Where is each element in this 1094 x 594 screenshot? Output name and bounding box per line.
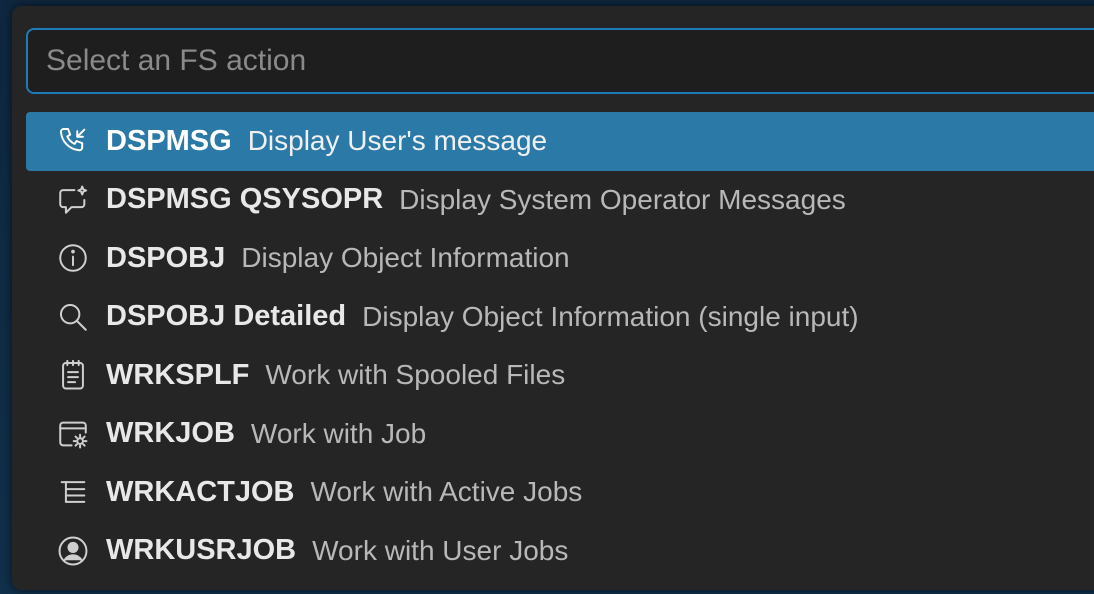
list-item-wrkusrjob[interactable]: WRKUSRJOB Work with User Jobs — [26, 522, 1094, 581]
action-command: DSPOBJ Detailed — [106, 300, 347, 333]
list-tree-icon — [54, 473, 92, 511]
action-command: WRKJOB — [106, 417, 235, 450]
action-description: Display User's message — [247, 125, 548, 157]
action-description: Work with Spooled Files — [265, 359, 566, 391]
list-item-dspobj[interactable]: DSPOBJ Display Object Information — [26, 229, 1094, 288]
call-incoming-icon — [54, 122, 92, 160]
list-item-wrkactjob[interactable]: WRKACTJOB Work with Active Jobs — [26, 463, 1094, 522]
action-command: DSPOBJ — [106, 241, 226, 274]
action-description: Display Object Information — [241, 242, 570, 274]
action-description: Display Object Information (single input… — [362, 300, 859, 332]
search-icon — [54, 298, 92, 336]
search-input-container — [26, 28, 1094, 94]
search-input[interactable] — [28, 30, 1094, 92]
desktop-background: DSPMSG Display User's message DSPMSG QSY… — [0, 0, 1094, 594]
notebook-icon — [54, 356, 92, 394]
info-icon — [54, 239, 92, 277]
window-gear-icon — [54, 415, 92, 453]
list-item-wrksplf[interactable]: WRKSPLF Work with Spooled Files — [26, 346, 1094, 405]
action-command: WRKACTJOB — [106, 475, 295, 508]
action-command: WRKUSRJOB — [106, 534, 297, 567]
action-description: Work with Job — [250, 417, 427, 449]
list-item-wrkjob[interactable]: WRKJOB Work with Job — [26, 405, 1094, 464]
list-item-dspmsg[interactable]: DSPMSG Display User's message — [26, 112, 1094, 171]
action-command: WRKSPLF — [106, 358, 250, 391]
action-description: Display System Operator Messages — [399, 183, 846, 215]
action-command: DSPMSG QSYSOPR — [106, 183, 384, 216]
comment-sparkle-icon — [54, 181, 92, 219]
list-item-dspobj-detailed[interactable]: DSPOBJ Detailed Display Object Informati… — [26, 288, 1094, 347]
action-command: DSPMSG — [106, 124, 232, 157]
quick-pick-panel: DSPMSG Display User's message DSPMSG QSY… — [12, 6, 1094, 590]
account-icon — [54, 532, 92, 570]
action-description: Work with Active Jobs — [310, 476, 583, 508]
action-list: DSPMSG Display User's message DSPMSG QSY… — [26, 112, 1094, 580]
list-item-dspmsg-qsysopr[interactable]: DSPMSG QSYSOPR Display System Operator M… — [26, 171, 1094, 230]
action-description: Work with User Jobs — [312, 534, 569, 566]
